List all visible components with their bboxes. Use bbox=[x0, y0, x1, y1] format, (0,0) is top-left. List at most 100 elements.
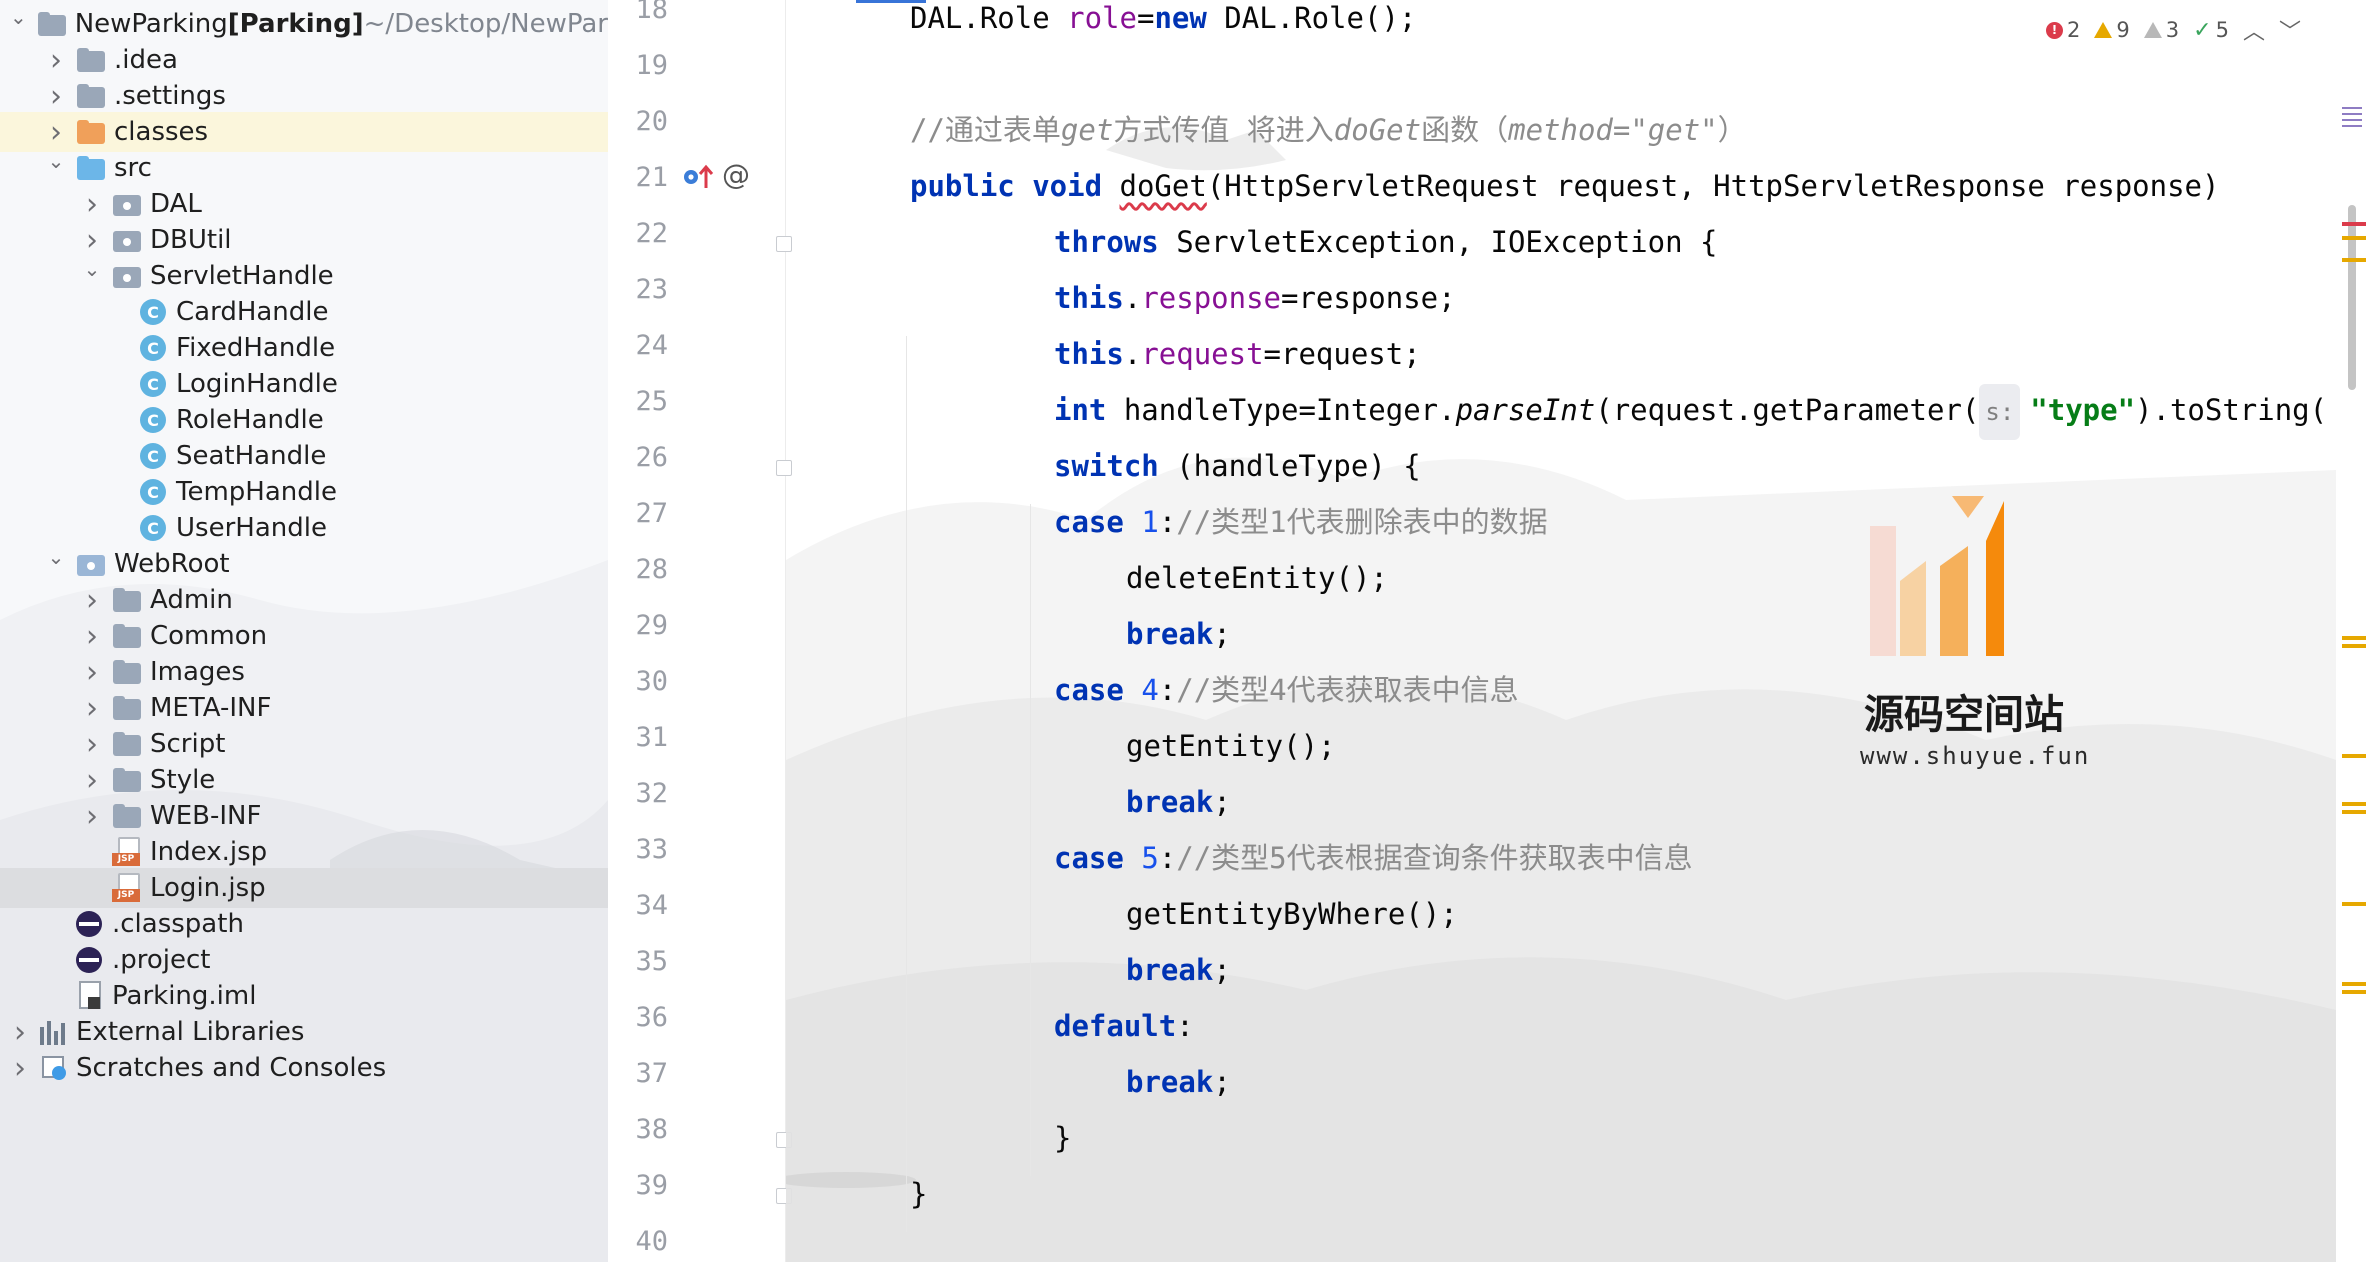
tree-item-servlethandle[interactable]: ⌄ ServletHandle bbox=[0, 256, 608, 296]
tree-item-classes[interactable]: › classes bbox=[0, 112, 608, 152]
code-line[interactable]: break; bbox=[1126, 1054, 1231, 1110]
code-line[interactable]: throws ServletException, IOException { bbox=[1054, 214, 1717, 270]
tree-item-style[interactable]: › Style bbox=[0, 760, 608, 800]
chevron-right-icon[interactable]: › bbox=[80, 184, 104, 224]
warning-mark[interactable] bbox=[2342, 802, 2366, 806]
warning-mark[interactable] bbox=[2342, 810, 2366, 814]
error-mark[interactable] bbox=[2342, 222, 2366, 226]
code-line[interactable]: getEntity(); bbox=[1126, 718, 1336, 774]
chevron-right-icon[interactable]: › bbox=[8, 1012, 32, 1052]
code-line[interactable]: deleteEntity(); bbox=[1126, 550, 1388, 606]
structure-icon[interactable] bbox=[2340, 104, 2364, 128]
code-line[interactable]: this.request=request; bbox=[1054, 326, 1421, 382]
tree-item-meta-inf[interactable]: › META-INF bbox=[0, 688, 608, 728]
tree-item-fixedhandle[interactable]: C FixedHandle bbox=[0, 328, 608, 368]
chevron-down-icon[interactable]: ⌄ bbox=[8, 3, 29, 45]
tree-item-scratches-and-consoles[interactable]: › Scratches and Consoles bbox=[0, 1048, 608, 1088]
tree-item-label: NewParking bbox=[74, 9, 228, 39]
code-line[interactable]: } bbox=[910, 1166, 927, 1222]
warning-mark[interactable] bbox=[2342, 236, 2366, 240]
code-line[interactable]: this.response=response; bbox=[1054, 270, 1456, 326]
tree-item-classpath[interactable]: .classpath bbox=[0, 904, 608, 944]
tree-item-login-jsp[interactable]: JSP Login.jsp bbox=[0, 868, 608, 908]
code-editor[interactable]: DAL.Role role=new DAL.Role(); //通过表单get方式… bbox=[786, 0, 2336, 1262]
chevron-down-icon[interactable]: ⌄ bbox=[44, 543, 68, 585]
warnings-badge[interactable]: 9 bbox=[2094, 18, 2130, 42]
warning-mark[interactable] bbox=[2342, 990, 2366, 994]
tree-item-webroot[interactable]: ⌄ WebRoot bbox=[0, 544, 608, 584]
tree-item-loginhandle[interactable]: C LoginHandle bbox=[0, 364, 608, 404]
previous-highlight-icon[interactable]: ︿ bbox=[2243, 14, 2265, 46]
tree-item-admin[interactable]: › Admin bbox=[0, 580, 608, 620]
code-token: 4 bbox=[1141, 673, 1159, 707]
error-stripe[interactable] bbox=[2336, 0, 2374, 1262]
tree-item-rolehandle[interactable]: C RoleHandle bbox=[0, 400, 608, 440]
tree-item-web-inf[interactable]: › WEB-INF bbox=[0, 796, 608, 836]
code-line[interactable]: case 4://类型4代表获取表中信息 bbox=[1054, 662, 1519, 718]
inspection-widget[interactable]: ! 2 9 3 ✓ 5 ︿ ﹀ bbox=[2046, 14, 2301, 46]
warning-mark[interactable] bbox=[2342, 754, 2366, 758]
tree-item-idea[interactable]: › .idea bbox=[0, 40, 608, 80]
tree-item-label: Login.jsp bbox=[150, 873, 266, 903]
chevron-right-icon[interactable]: › bbox=[44, 76, 68, 116]
chevron-right-icon[interactable]: › bbox=[44, 40, 68, 80]
override-up-icon[interactable] bbox=[682, 162, 716, 190]
code-line[interactable]: switch (handleType) { bbox=[1054, 438, 1421, 494]
tree-item-settings[interactable]: › .settings bbox=[0, 76, 608, 116]
code-line[interactable]: //通过表单get方式传值 将进入doGet函数（method="get"） bbox=[910, 102, 1747, 158]
tree-item-external-libraries[interactable]: › External Libraries bbox=[0, 1012, 608, 1052]
annotation-gutter-icon[interactable]: @ bbox=[722, 158, 750, 191]
chevron-right-icon[interactable]: › bbox=[80, 688, 104, 728]
chevron-right-icon[interactable]: › bbox=[80, 652, 104, 692]
next-highlight-icon[interactable]: ﹀ bbox=[2279, 14, 2301, 46]
chevron-right-icon[interactable]: › bbox=[8, 1048, 32, 1088]
chevron-right-icon[interactable]: › bbox=[80, 796, 104, 836]
tree-item-newparking[interactable]: ⌄ NewParking [Parking] ~/Desktop/NewPar bbox=[0, 4, 608, 44]
code-line[interactable]: break; bbox=[1126, 942, 1231, 998]
tree-item-project[interactable]: .project bbox=[0, 940, 608, 980]
chevron-right-icon[interactable]: › bbox=[80, 220, 104, 260]
tree-item-src[interactable]: ⌄ src bbox=[0, 148, 608, 188]
code-line[interactable]: break; bbox=[1126, 774, 1231, 830]
chevron-right-icon[interactable]: › bbox=[44, 112, 68, 152]
tree-item-common[interactable]: › Common bbox=[0, 616, 608, 656]
code-line[interactable]: int handleType=Integer.parseInt(request.… bbox=[1054, 382, 2327, 440]
code-line[interactable]: default: bbox=[1054, 998, 1194, 1054]
tree-item-cardhandle[interactable]: C CardHandle bbox=[0, 292, 608, 332]
code-line[interactable]: DAL.Role role=new DAL.Role(); bbox=[910, 0, 1416, 46]
chevron-down-icon[interactable]: ⌄ bbox=[44, 147, 68, 189]
tree-item-parking-iml[interactable]: Parking.iml bbox=[0, 976, 608, 1016]
chevron-right-icon[interactable]: › bbox=[80, 580, 104, 620]
code-line[interactable]: getEntityByWhere(); bbox=[1126, 886, 1458, 942]
tree-item-temphandle[interactable]: C TempHandle bbox=[0, 472, 608, 512]
errors-badge[interactable]: ! 2 bbox=[2046, 18, 2080, 42]
tree-item-index-jsp[interactable]: JSP Index.jsp bbox=[0, 832, 608, 872]
warning-mark[interactable] bbox=[2342, 258, 2366, 262]
warning-mark[interactable] bbox=[2342, 644, 2366, 648]
tree-item-images[interactable]: › Images bbox=[0, 652, 608, 692]
typos-badge[interactable]: ✓ 5 bbox=[2193, 18, 2229, 43]
code-token: method="get" bbox=[1508, 113, 1718, 147]
code-line[interactable]: public void doGet(HttpServletRequest req… bbox=[910, 158, 2219, 214]
tree-item-seathandle[interactable]: C SeatHandle bbox=[0, 436, 608, 476]
chevron-right-icon[interactable]: › bbox=[80, 616, 104, 656]
chevron-right-icon[interactable]: › bbox=[80, 760, 104, 800]
weak-warnings-badge[interactable]: 3 bbox=[2143, 18, 2179, 42]
warning-mark[interactable] bbox=[2342, 636, 2366, 640]
code-token: : bbox=[1158, 505, 1177, 539]
tree-item-userhandle[interactable]: C UserHandle bbox=[0, 508, 608, 548]
line-number: 21 bbox=[635, 162, 668, 193]
code-line[interactable]: case 5://类型5代表根据查询条件获取表中信息 bbox=[1054, 830, 1693, 886]
tree-item-dbutil[interactable]: › DBUtil bbox=[0, 220, 608, 260]
code-line[interactable]: case 1://类型1代表删除表中的数据 bbox=[1054, 494, 1548, 550]
scrollbar-thumb[interactable] bbox=[2348, 205, 2356, 390]
chevron-right-icon[interactable]: › bbox=[80, 724, 104, 764]
code-line[interactable]: } bbox=[1054, 1110, 1071, 1166]
tree-item-dal[interactable]: › DAL bbox=[0, 184, 608, 224]
chevron-down-icon[interactable]: ⌄ bbox=[80, 255, 104, 297]
warning-mark[interactable] bbox=[2342, 982, 2366, 986]
code-line[interactable]: break; bbox=[1126, 606, 1231, 662]
warning-mark[interactable] bbox=[2342, 902, 2366, 906]
tree-item-script[interactable]: › Script bbox=[0, 724, 608, 764]
